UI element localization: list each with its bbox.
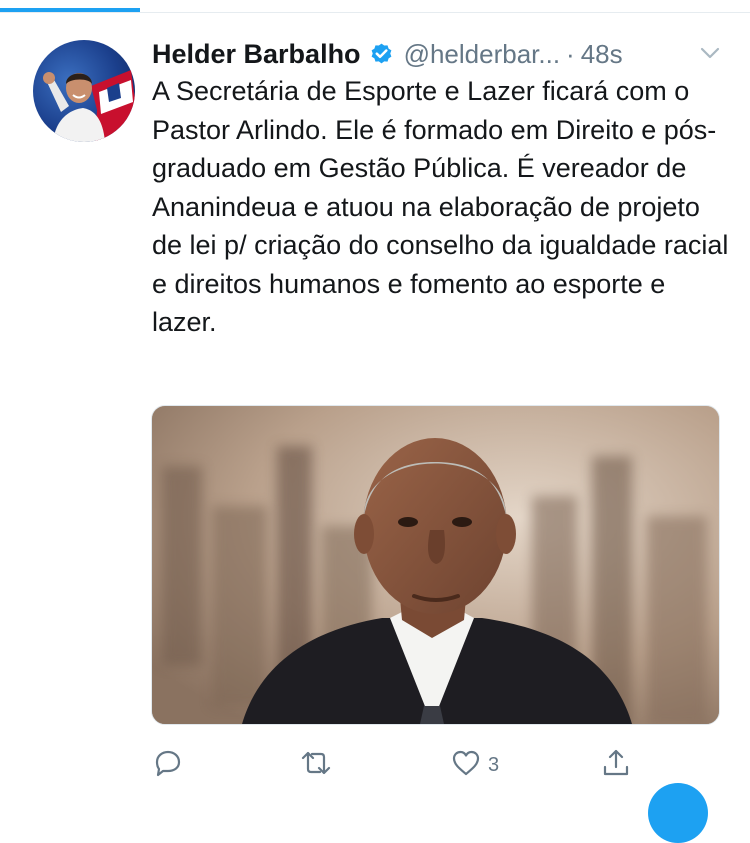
verified-badge-icon bbox=[369, 42, 394, 67]
retweet-button[interactable] bbox=[300, 745, 332, 785]
like-button[interactable]: 3 bbox=[450, 745, 499, 785]
compose-button[interactable] bbox=[648, 783, 708, 843]
user-handle[interactable]: @helderbar... bbox=[404, 39, 560, 70]
retweet-icon bbox=[300, 747, 332, 784]
tweet-actions: 3 bbox=[152, 745, 672, 785]
top-tab-indicator bbox=[0, 0, 750, 13]
like-count: 3 bbox=[488, 753, 500, 776]
photo-image bbox=[152, 406, 719, 724]
share-icon bbox=[600, 747, 632, 784]
tweet-media-photo[interactable] bbox=[151, 405, 720, 725]
reply-icon bbox=[152, 747, 184, 784]
chevron-down-icon[interactable] bbox=[699, 42, 721, 64]
separator-dot: · bbox=[566, 38, 575, 69]
timestamp[interactable]: 48s bbox=[581, 39, 623, 70]
avatar[interactable] bbox=[33, 40, 135, 142]
avatar-image bbox=[43, 70, 135, 142]
share-button[interactable] bbox=[600, 745, 632, 785]
reply-button[interactable] bbox=[152, 745, 184, 785]
divider bbox=[0, 12, 750, 13]
tweet-text: A Secretária de Esporte e Lazer ficará c… bbox=[152, 76, 729, 337]
display-name[interactable]: Helder Barbalho bbox=[152, 39, 361, 70]
heart-icon bbox=[450, 747, 482, 784]
tweet-header: Helder Barbalho @helderbar... · 48s bbox=[152, 34, 722, 74]
